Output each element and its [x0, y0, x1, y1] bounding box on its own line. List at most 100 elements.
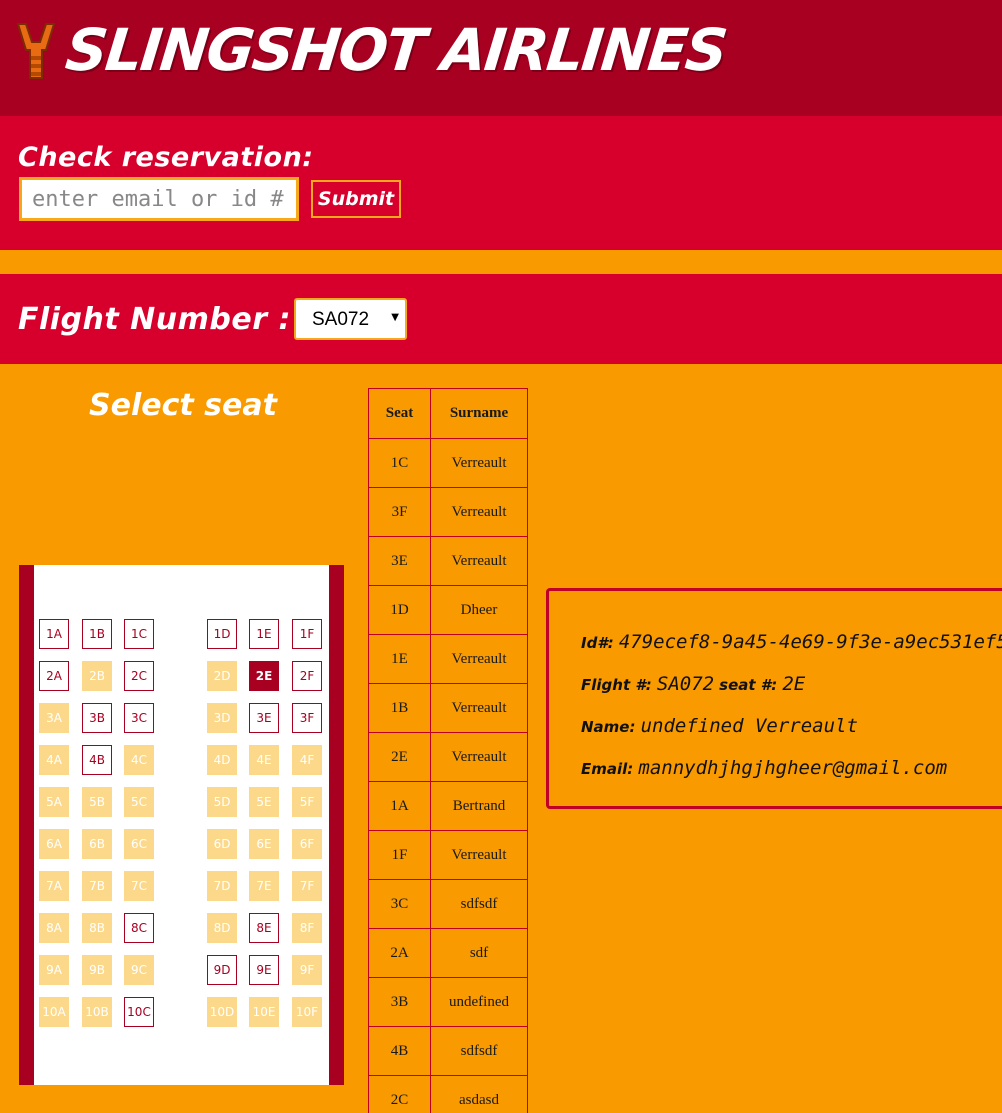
seat-value: 2E	[782, 673, 806, 695]
seat-9f: 9F	[292, 955, 322, 985]
seat-4c: 4C	[124, 745, 154, 775]
id-row: Id#: 479ecef8-9a45-4e69-9f3e-a9ec531ef5d…	[581, 631, 1002, 653]
email-label: Email:	[581, 760, 634, 778]
submit-button[interactable]: Submit	[311, 180, 401, 218]
seat-8d: 8D	[207, 913, 237, 943]
seat-2b: 2B	[82, 661, 112, 691]
seat-7e: 7E	[249, 871, 279, 901]
table-row: 1D Dheer	[368, 585, 528, 635]
seat-8f: 8F	[292, 913, 322, 943]
surname-cell: sdf	[430, 928, 528, 978]
seat-label: seat #:	[719, 676, 778, 694]
seat-cell: 3C	[368, 879, 431, 929]
seat-6e: 6E	[249, 829, 279, 859]
seat-6b: 6B	[82, 829, 112, 859]
seat-1e[interactable]: 1E	[249, 619, 279, 649]
seat-2d: 2D	[207, 661, 237, 691]
name-row: Name: undefined Verreault	[581, 715, 858, 737]
table-row: 1F Verreault	[368, 830, 528, 880]
seat-10a: 10A	[39, 997, 69, 1027]
flight-row: Flight #: SA072 seat #: 2E	[581, 673, 805, 695]
seat-cell: 1A	[368, 781, 431, 831]
seat-4f: 4F	[292, 745, 322, 775]
flight-select-value: SA072	[312, 309, 370, 330]
seat-cell: 2E	[368, 732, 431, 782]
seat-cell: 2C	[368, 1075, 431, 1113]
column-header-surname: Surname	[430, 388, 528, 439]
seat-2e[interactable]: 2E	[249, 661, 279, 691]
brand-title[interactable]: SLINGSHOT AIRLINES	[62, 16, 729, 84]
seat-9d[interactable]: 9D	[207, 955, 237, 985]
surname-cell: Verreault	[430, 487, 528, 537]
reservation-details: Id#: 479ecef8-9a45-4e69-9f3e-a9ec531ef5d…	[546, 588, 1002, 809]
table-row: 2E Verreault	[368, 732, 528, 782]
seat-1f[interactable]: 1F	[292, 619, 322, 649]
seat-5a: 5A	[39, 787, 69, 817]
surname-cell: Bertrand	[430, 781, 528, 831]
seat-6a: 6A	[39, 829, 69, 859]
seat-3d: 3D	[207, 703, 237, 733]
seat-3f[interactable]: 3F	[292, 703, 322, 733]
surname-cell: Verreault	[430, 536, 528, 586]
seat-cell: 4B	[368, 1026, 431, 1076]
seat-2f[interactable]: 2F	[292, 661, 322, 691]
check-reservation-label: Check reservation:	[18, 142, 314, 173]
name-label: Name:	[581, 718, 636, 736]
seat-3b[interactable]: 3B	[82, 703, 112, 733]
seat-4d: 4D	[207, 745, 237, 775]
table-row: 3B undefined	[368, 977, 528, 1027]
seat-10d: 10D	[207, 997, 237, 1027]
seat-10e: 10E	[249, 997, 279, 1027]
seat-1b[interactable]: 1B	[82, 619, 112, 649]
seat-8b: 8B	[82, 913, 112, 943]
seat-5b: 5B	[82, 787, 112, 817]
passenger-table: Seat Surname 1C Verreault 3F Verreault 3E Ver…	[368, 388, 528, 1113]
table-row: 4B sdfsdf	[368, 1026, 528, 1076]
seat-10c[interactable]: 10C	[124, 997, 154, 1027]
table-row: 1E Verreault	[368, 634, 528, 684]
seat-6f: 6F	[292, 829, 322, 859]
seat-6d: 6D	[207, 829, 237, 859]
seat-7c: 7C	[124, 871, 154, 901]
surname-cell: asdasd	[430, 1075, 528, 1113]
seat-9b: 9B	[82, 955, 112, 985]
seat-6c: 6C	[124, 829, 154, 859]
seat-cell: 1B	[368, 683, 431, 733]
flight-number-select[interactable]: SA072 ▼	[294, 298, 407, 340]
seat-8e[interactable]: 8E	[249, 913, 279, 943]
seat-1c[interactable]: 1C	[124, 619, 154, 649]
seat-map: 1A 1B 1C 1D 1E 1F 2A 2B 2C 2D 2E 2F 3A 3B 3C 3D 3E 3F 4A 4B…	[19, 565, 344, 1085]
seat-1a[interactable]: 1A	[39, 619, 69, 649]
seat-3e[interactable]: 3E	[249, 703, 279, 733]
email-value: mannydhjhgjhgheer@gmail.com	[638, 757, 948, 779]
seat-cell: 2A	[368, 928, 431, 978]
table-row: 2A sdf	[368, 928, 528, 978]
surname-cell: Verreault	[430, 732, 528, 782]
seat-3c[interactable]: 3C	[124, 703, 154, 733]
table-header-row: Seat Surname	[368, 388, 528, 439]
table-row: 3E Verreault	[368, 536, 528, 586]
seat-9e[interactable]: 9E	[249, 955, 279, 985]
seat-1d[interactable]: 1D	[207, 619, 237, 649]
seat-5e: 5E	[249, 787, 279, 817]
table-row: 1B Verreault	[368, 683, 528, 733]
seat-8c[interactable]: 8C	[124, 913, 154, 943]
table-row: 2C asdasd	[368, 1075, 528, 1113]
seat-10b: 10B	[82, 997, 112, 1027]
seat-cell: 3B	[368, 977, 431, 1027]
reservation-search-input[interactable]	[19, 177, 299, 221]
seat-7b: 7B	[82, 871, 112, 901]
seat-4b[interactable]: 4B	[82, 745, 112, 775]
seat-cell: 3E	[368, 536, 431, 586]
seat-2a[interactable]: 2A	[39, 661, 69, 691]
seat-7f: 7F	[292, 871, 322, 901]
seat-cell: 1E	[368, 634, 431, 684]
slingshot-icon	[16, 23, 56, 79]
seat-3a: 3A	[39, 703, 69, 733]
seat-4e: 4E	[249, 745, 279, 775]
flight-label: Flight #:	[581, 676, 652, 694]
id-label: Id#:	[581, 634, 614, 652]
seat-9a: 9A	[39, 955, 69, 985]
seat-2c[interactable]: 2C	[124, 661, 154, 691]
seat-cell: 1F	[368, 830, 431, 880]
